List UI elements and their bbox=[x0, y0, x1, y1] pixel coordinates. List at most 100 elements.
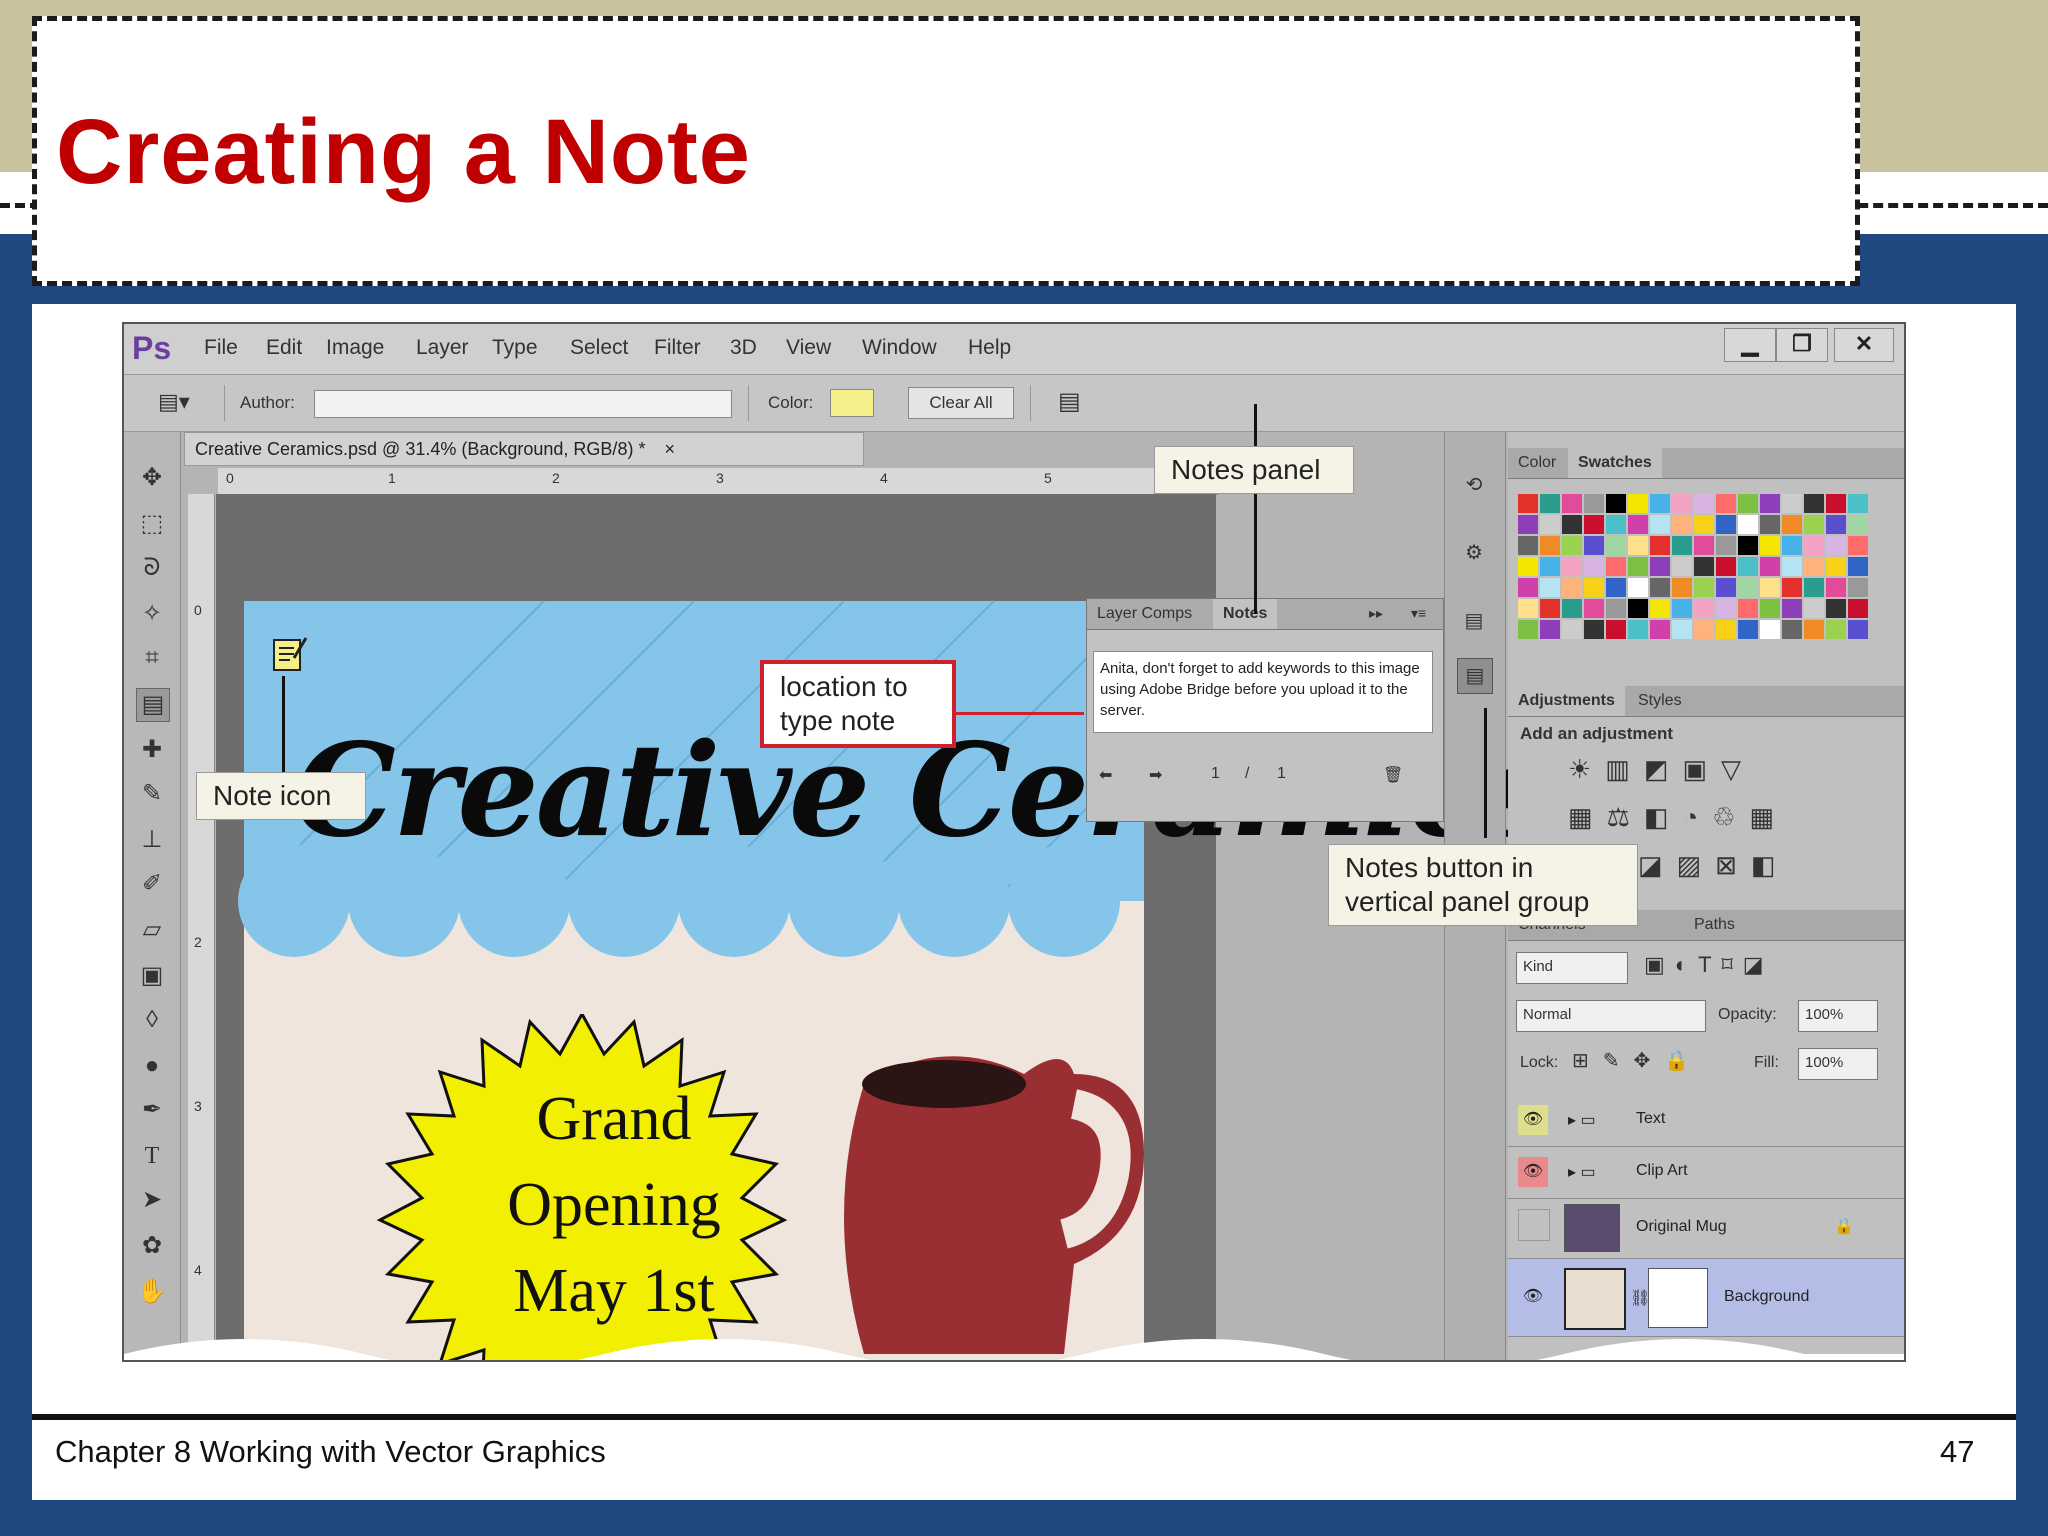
tab-styles[interactable]: Styles bbox=[1628, 686, 1692, 716]
swatch-cell[interactable] bbox=[1694, 578, 1714, 597]
swatch-cell[interactable] bbox=[1562, 578, 1582, 597]
swatch-cell[interactable] bbox=[1826, 578, 1846, 597]
swatch-cell[interactable] bbox=[1760, 536, 1780, 555]
menu-3d[interactable]: 3D bbox=[730, 336, 757, 360]
swatch-cell[interactable] bbox=[1694, 515, 1714, 534]
note-text-area[interactable]: Anita, don't forget to add keywords to t… bbox=[1093, 651, 1433, 733]
visibility-toggle[interactable] bbox=[1518, 1209, 1550, 1241]
gradient-tool-icon[interactable]: ▣ bbox=[136, 960, 168, 992]
swatch-cell[interactable] bbox=[1672, 515, 1692, 534]
swatch-cell[interactable] bbox=[1672, 599, 1692, 618]
swatch-grid[interactable] bbox=[1518, 494, 1878, 656]
previous-note-icon[interactable]: ⬅ bbox=[1099, 765, 1112, 785]
type-tool-icon[interactable]: T bbox=[136, 1140, 168, 1172]
tab-paths[interactable]: Paths bbox=[1684, 910, 1745, 940]
menu-filter[interactable]: Filter bbox=[654, 336, 701, 360]
swatch-cell[interactable] bbox=[1804, 494, 1824, 513]
swatch-cell[interactable] bbox=[1562, 515, 1582, 534]
swatch-cell[interactable] bbox=[1672, 620, 1692, 639]
menu-file[interactable]: File bbox=[204, 336, 238, 360]
swatch-cell[interactable] bbox=[1694, 536, 1714, 555]
layer-filter-icons[interactable]: ▣◐T⌑◪ bbox=[1644, 952, 1774, 978]
swatch-cell[interactable] bbox=[1826, 515, 1846, 534]
layer-comps-panel-icon[interactable]: ▤ bbox=[1457, 604, 1491, 638]
notes-panel-button[interactable]: ▤ bbox=[1457, 658, 1493, 694]
healing-brush-icon[interactable]: ✚ bbox=[136, 734, 168, 766]
swatch-cell[interactable] bbox=[1738, 578, 1758, 597]
swatch-cell[interactable] bbox=[1584, 494, 1604, 513]
swatch-cell[interactable] bbox=[1584, 557, 1604, 576]
tab-layer-comps[interactable]: Layer Comps bbox=[1087, 599, 1202, 629]
swatch-cell[interactable] bbox=[1650, 515, 1670, 534]
swatch-cell[interactable] bbox=[1782, 515, 1802, 534]
lock-icons[interactable]: ⊞✎✥🔒 bbox=[1572, 1048, 1703, 1073]
swatch-cell[interactable] bbox=[1738, 599, 1758, 618]
layer-filter-kind[interactable]: Kind bbox=[1516, 952, 1628, 984]
swatch-cell[interactable] bbox=[1584, 620, 1604, 639]
swatch-cell[interactable] bbox=[1716, 599, 1736, 618]
swatch-cell[interactable] bbox=[1562, 599, 1582, 618]
swatch-cell[interactable] bbox=[1540, 515, 1560, 534]
swatch-cell[interactable] bbox=[1628, 557, 1648, 576]
author-input[interactable] bbox=[314, 390, 732, 418]
swatch-cell[interactable] bbox=[1716, 515, 1736, 534]
swatch-cell[interactable] bbox=[1518, 599, 1538, 618]
swatch-cell[interactable] bbox=[1694, 620, 1714, 639]
swatch-cell[interactable] bbox=[1628, 515, 1648, 534]
swatch-cell[interactable] bbox=[1606, 620, 1626, 639]
document-tab[interactable]: Creative Ceramics.psd @ 31.4% (Backgroun… bbox=[184, 432, 864, 466]
swatch-cell[interactable] bbox=[1650, 578, 1670, 597]
swatch-cell[interactable] bbox=[1584, 599, 1604, 618]
swatch-cell[interactable] bbox=[1518, 515, 1538, 534]
menu-image[interactable]: Image bbox=[326, 336, 384, 360]
crop-tool-icon[interactable]: ⌗ bbox=[136, 642, 168, 674]
swatch-cell[interactable] bbox=[1782, 536, 1802, 555]
visibility-eye-icon[interactable]: 👁 bbox=[1518, 1157, 1548, 1187]
swatch-cell[interactable] bbox=[1672, 536, 1692, 555]
swatch-cell[interactable] bbox=[1694, 494, 1714, 513]
swatch-cell[interactable] bbox=[1540, 578, 1560, 597]
quick-selection-icon[interactable]: ✧ bbox=[136, 598, 168, 630]
swatch-cell[interactable] bbox=[1826, 599, 1846, 618]
swatch-cell[interactable] bbox=[1760, 494, 1780, 513]
swatch-cell[interactable] bbox=[1540, 620, 1560, 639]
dodge-tool-icon[interactable]: ● bbox=[136, 1050, 168, 1082]
adjustment-icons-row[interactable]: ▦⚖◧◔♲▦ bbox=[1568, 802, 1788, 833]
swatch-cell[interactable] bbox=[1782, 557, 1802, 576]
swatch-cell[interactable] bbox=[1760, 515, 1780, 534]
swatch-cell[interactable] bbox=[1738, 557, 1758, 576]
swatch-cell[interactable] bbox=[1804, 536, 1824, 555]
restore-icon[interactable]: ❐ bbox=[1776, 328, 1828, 362]
swatch-cell[interactable] bbox=[1650, 620, 1670, 639]
swatch-cell[interactable] bbox=[1826, 494, 1846, 513]
menu-edit[interactable]: Edit bbox=[266, 336, 302, 360]
minimize-icon[interactable]: ▁ bbox=[1724, 328, 1776, 362]
move-tool-icon[interactable]: ✥ bbox=[136, 462, 168, 494]
marquee-tool-icon[interactable]: ⬚ bbox=[136, 508, 168, 540]
swatch-cell[interactable] bbox=[1540, 557, 1560, 576]
blend-mode-select[interactable]: Normal bbox=[1516, 1000, 1706, 1032]
swatch-cell[interactable] bbox=[1804, 515, 1824, 534]
swatch-cell[interactable] bbox=[1562, 536, 1582, 555]
swatch-cell[interactable] bbox=[1848, 599, 1868, 618]
swatch-cell[interactable] bbox=[1716, 536, 1736, 555]
history-brush-icon[interactable]: ✐ bbox=[136, 868, 168, 900]
swatch-cell[interactable] bbox=[1760, 599, 1780, 618]
swatch-cell[interactable] bbox=[1628, 494, 1648, 513]
visibility-eye-icon[interactable]: 👁 bbox=[1518, 1105, 1548, 1135]
swatch-cell[interactable] bbox=[1562, 620, 1582, 639]
swatch-cell[interactable] bbox=[1848, 557, 1868, 576]
swatch-cell[interactable] bbox=[1606, 578, 1626, 597]
swatch-cell[interactable] bbox=[1518, 578, 1538, 597]
swatch-cell[interactable] bbox=[1672, 494, 1692, 513]
swatch-cell[interactable] bbox=[1760, 620, 1780, 639]
swatch-cell[interactable] bbox=[1518, 494, 1538, 513]
swatch-cell[interactable] bbox=[1606, 536, 1626, 555]
swatch-cell[interactable] bbox=[1518, 536, 1538, 555]
swatch-cell[interactable] bbox=[1804, 620, 1824, 639]
next-note-icon[interactable]: ➡ bbox=[1149, 765, 1162, 785]
menu-view[interactable]: View bbox=[786, 336, 831, 360]
swatch-cell[interactable] bbox=[1606, 557, 1626, 576]
collapse-icon[interactable]: ▸▸ bbox=[1369, 605, 1383, 622]
swatch-cell[interactable] bbox=[1584, 515, 1604, 534]
